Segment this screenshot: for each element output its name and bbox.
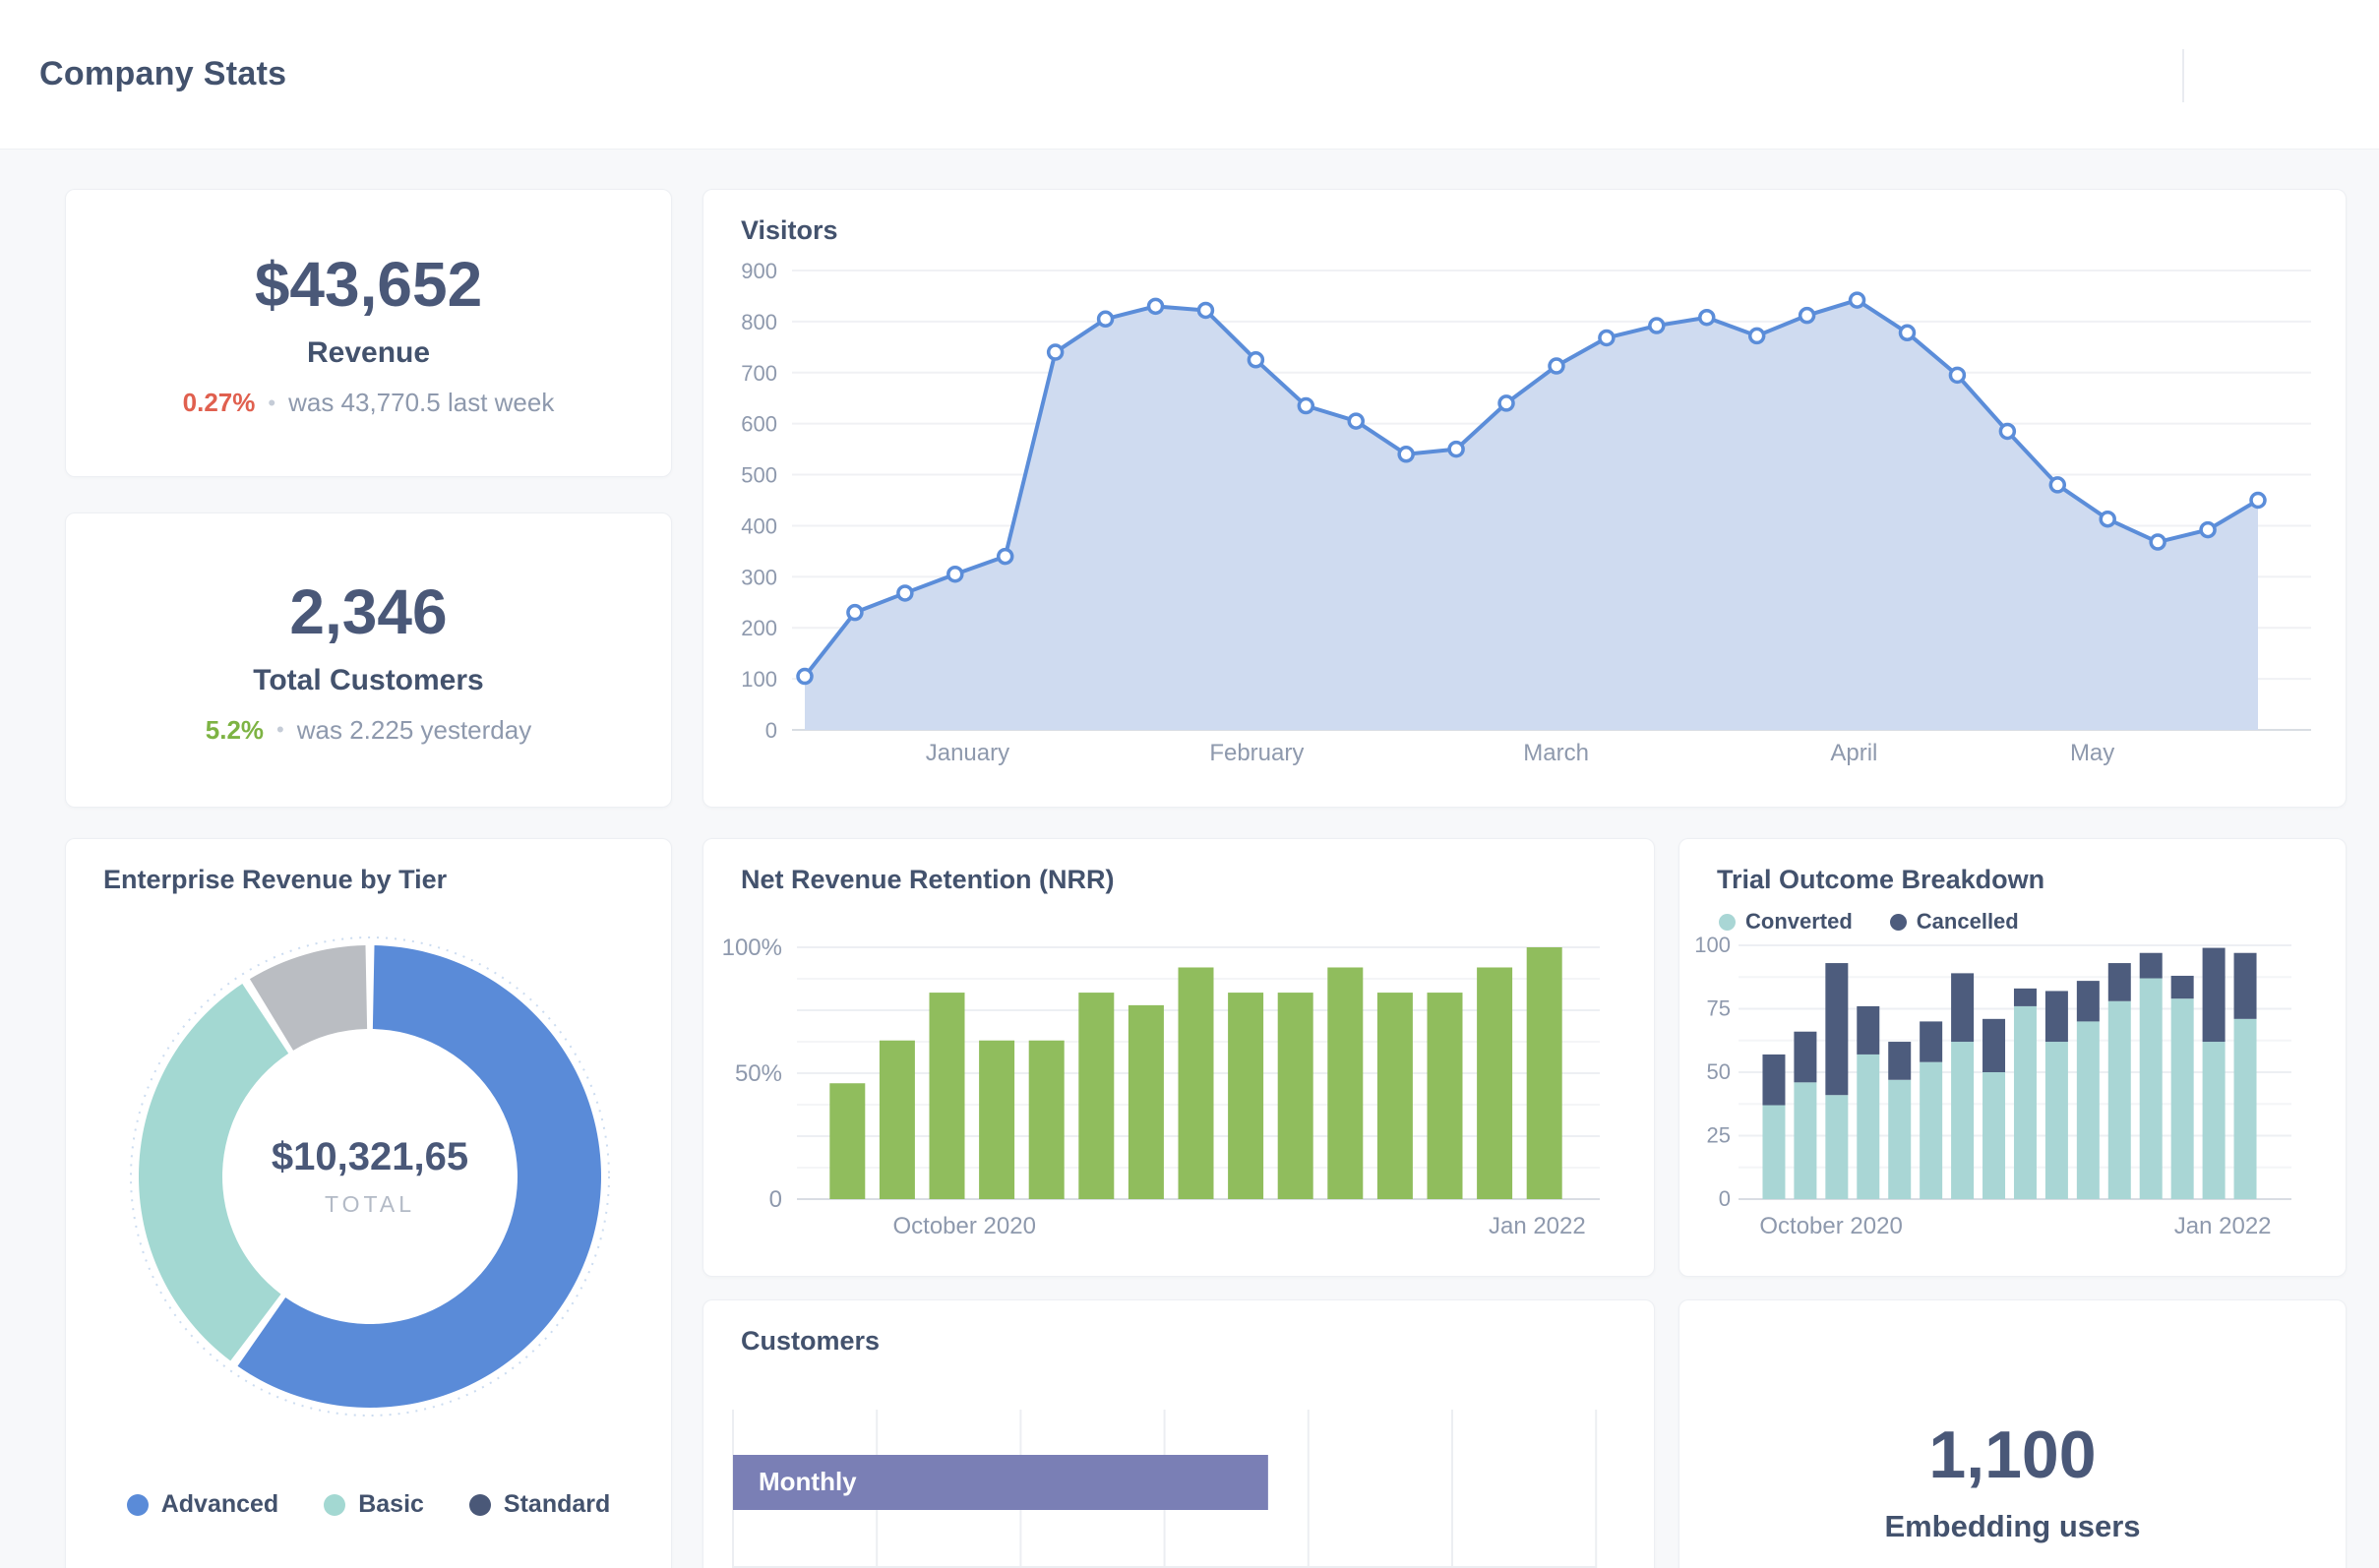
donut-center: $10,321,65 TOTAL: [272, 1135, 468, 1218]
svg-text:October 2020: October 2020: [1759, 1213, 1902, 1239]
svg-text:400: 400: [741, 513, 777, 538]
svg-text:April: April: [1830, 740, 1877, 766]
nrr-card: Net Revenue Retention (NRR) 100% 50% 0 Octo…: [702, 838, 1655, 1277]
revenue-value: $43,652: [255, 248, 482, 321]
trial-outcome-card: Trial Outcome Breakdown Converted Cancel…: [1678, 838, 2347, 1277]
legend-item-standard[interactable]: Standard: [469, 1490, 610, 1519]
trial-legend: Converted Cancelled: [1679, 909, 2346, 935]
svg-text:0: 0: [769, 1186, 782, 1213]
embedding-users-label: Embedding users: [1884, 1509, 2140, 1544]
total-customers-note: was 2.225 yesterday: [297, 715, 531, 746]
legend-label: Basic: [358, 1490, 424, 1519]
header: Company Stats: [0, 0, 2379, 150]
svg-text:500: 500: [741, 463, 777, 488]
total-customers-delta: 5.2%: [206, 715, 264, 746]
svg-text:50%: 50%: [735, 1060, 782, 1087]
total-customers-label: Total Customers: [253, 664, 483, 697]
dashboard-row-3: Customers Monthly 1,100 Embedding users: [702, 1299, 2347, 1568]
left-column: $43,652 Revenue 0.27% • was 43,770.5 las…: [65, 189, 672, 1568]
trial-outcome-title: Trial Outcome Breakdown: [1679, 839, 2346, 895]
page-title: Company Stats: [39, 55, 286, 93]
customers-card: Customers Monthly: [702, 1299, 1655, 1568]
donut-total-caption: TOTAL: [272, 1191, 468, 1218]
svg-text:75: 75: [1707, 996, 1731, 1021]
revenue-by-tier-card: Enterprise Revenue by Tier $10,321,65 TO…: [65, 838, 672, 1568]
legend-item-cancelled[interactable]: Cancelled: [1890, 909, 2019, 935]
header-divider: [2182, 49, 2184, 102]
revenue-delta: 0.27%: [183, 388, 256, 418]
legend-label: Standard: [504, 1490, 610, 1519]
svg-text:50: 50: [1707, 1059, 1731, 1084]
dashboard-row-2: Net Revenue Retention (NRR) 100% 50% 0 Octo…: [702, 838, 2347, 1277]
basic-dot-icon: [324, 1494, 345, 1516]
svg-text:300: 300: [741, 565, 777, 589]
svg-text:200: 200: [741, 616, 777, 640]
converted-dot-icon: [1719, 914, 1736, 931]
donut-legend: Advanced Basic Standard: [66, 1490, 671, 1519]
revenue-kpi-card: $43,652 Revenue 0.27% • was 43,770.5 las…: [65, 189, 672, 477]
svg-text:0: 0: [1719, 1186, 1731, 1211]
total-customers-value: 2,346: [289, 575, 447, 648]
embedding-users-card: 1,100 Embedding users: [1678, 1299, 2347, 1568]
legend-item-advanced[interactable]: Advanced: [127, 1490, 278, 1519]
nrr-title: Net Revenue Retention (NRR): [703, 839, 1654, 895]
svg-text:Jan 2022: Jan 2022: [2174, 1213, 2272, 1239]
cancelled-dot-icon: [1890, 914, 1907, 931]
bullet-separator: •: [276, 717, 284, 743]
svg-text:0: 0: [765, 718, 777, 743]
svg-text:Jan 2022: Jan 2022: [1489, 1213, 1586, 1239]
advanced-dot-icon: [127, 1494, 149, 1516]
standard-dot-icon: [469, 1494, 491, 1516]
total-customers-kpi-card: 2,346 Total Customers 5.2% • was 2.225 y…: [65, 513, 672, 808]
revenue-note: was 43,770.5 last week: [288, 388, 554, 418]
embedding-users-value: 1,100: [1928, 1417, 2096, 1493]
nrr-bar-chart[interactable]: 100% 50% 0 October 2020 Jan 2022: [703, 839, 1654, 1276]
customers-title: Customers: [703, 1300, 1654, 1357]
svg-text:600: 600: [741, 412, 777, 437]
legend-item-converted[interactable]: Converted: [1719, 909, 1853, 935]
trial-stacked-bar-chart[interactable]: 100 75 50 25 0 October 2020 Jan 2022: [1679, 839, 2346, 1276]
svg-text:100: 100: [741, 667, 777, 692]
visitors-card: Visitors 0 100 200 300 400 500 600 700 800 900 Jan…: [702, 189, 2347, 808]
svg-text:700: 700: [741, 361, 777, 386]
bullet-separator: •: [268, 391, 275, 416]
main-column: Visitors 0100200300400500600700800900Jan…: [702, 189, 2347, 1568]
legend-label: Cancelled: [1917, 909, 2019, 935]
svg-text:100%: 100%: [722, 935, 782, 961]
svg-text:October 2020: October 2020: [892, 1213, 1035, 1239]
total-customers-substat: 5.2% • was 2.225 yesterday: [206, 715, 531, 746]
revenue-label: Revenue: [307, 336, 430, 370]
svg-text:100: 100: [1694, 933, 1731, 957]
svg-text:May: May: [2070, 740, 2114, 766]
svg-text:January: January: [926, 740, 1009, 766]
visitors-area-chart[interactable]: 0 100 200 300 400 500 600 700 800 900 January Febru…: [703, 190, 2346, 807]
visitors-title: Visitors: [703, 190, 2346, 246]
svg-text:Monthly: Monthly: [759, 1467, 857, 1496]
revenue-by-tier-title: Enterprise Revenue by Tier: [66, 839, 671, 895]
svg-text:25: 25: [1707, 1123, 1731, 1148]
svg-text:900: 900: [741, 259, 777, 283]
legend-item-basic[interactable]: Basic: [324, 1490, 424, 1519]
svg-text:February: February: [1209, 740, 1304, 766]
legend-label: Advanced: [161, 1490, 278, 1519]
svg-text:March: March: [1523, 740, 1589, 766]
legend-label: Converted: [1745, 909, 1853, 935]
svg-text:800: 800: [741, 310, 777, 334]
donut-total-value: $10,321,65: [272, 1135, 468, 1179]
dashboard-content: $43,652 Revenue 0.27% • was 43,770.5 las…: [0, 150, 2379, 1568]
revenue-substat: 0.27% • was 43,770.5 last week: [183, 388, 555, 418]
